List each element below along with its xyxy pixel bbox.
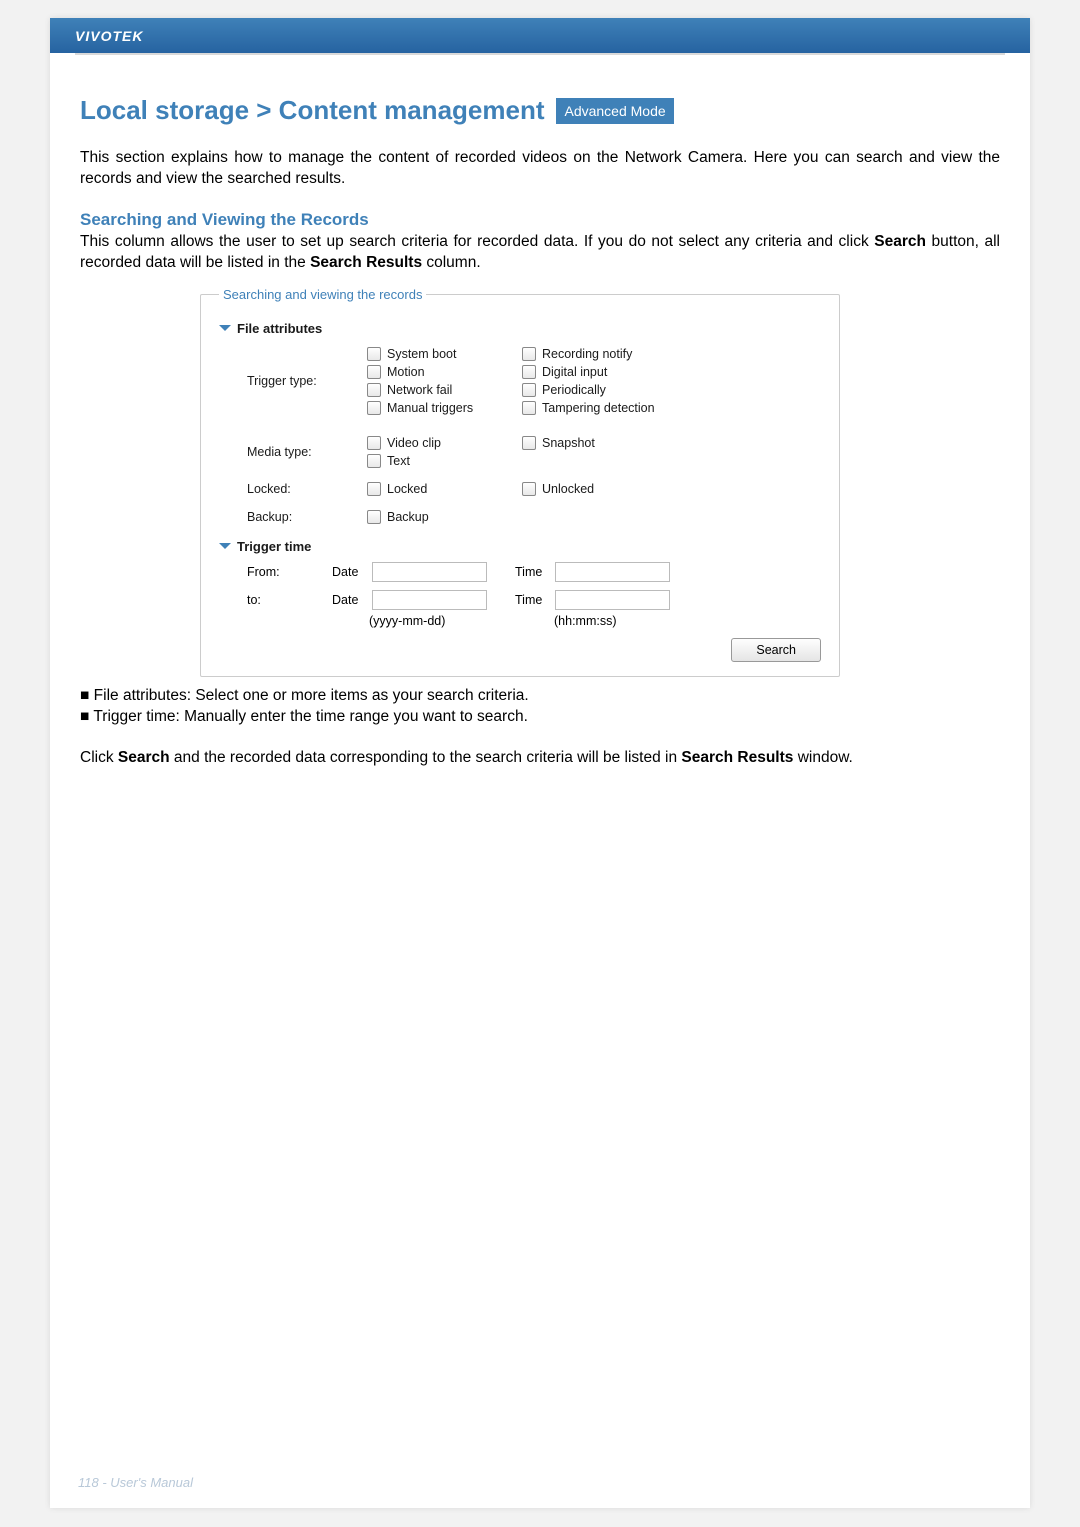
text: This column allows the user to set up se…	[80, 233, 874, 250]
checkbox-icon	[367, 365, 381, 379]
brand-label: VIVOTEK	[75, 28, 143, 44]
text: and the recorded data corresponding to t…	[170, 749, 682, 766]
checkbox-icon	[367, 401, 381, 415]
row-label: Media type:	[247, 445, 367, 459]
checkbox-icon	[367, 510, 381, 524]
section-paragraph: This column allows the user to set up se…	[80, 232, 1000, 274]
media-type-row: Media type: Video clip Snapshot Text	[219, 422, 821, 475]
locked-options: Locked Unlocked	[367, 480, 821, 498]
checkbox-video-clip[interactable]: Video clip	[367, 434, 522, 452]
checkbox-icon	[522, 347, 536, 361]
checkbox-icon	[367, 454, 381, 468]
document-page: VIVOTEK Local storage > Content manageme…	[50, 18, 1030, 1508]
from-time-input[interactable]	[555, 562, 670, 582]
bold-text: Search Results	[310, 254, 422, 271]
checkbox-icon	[367, 347, 381, 361]
media-options: Video clip Snapshot Text	[367, 434, 821, 470]
format-hint-row: (yyyy-mm-dd) (hh:mm:ss)	[219, 614, 821, 628]
text: window.	[793, 749, 852, 766]
bold-text: Search Results	[681, 749, 793, 766]
to-date-input[interactable]	[372, 590, 487, 610]
checkbox-periodically[interactable]: Periodically	[522, 381, 677, 399]
row-label: Locked:	[247, 482, 367, 496]
checkbox-recording-notify[interactable]: Recording notify	[522, 345, 677, 363]
file-attributes-header[interactable]: File attributes	[219, 313, 821, 340]
bold-text: Search	[874, 233, 926, 250]
bullet-file-attributes: ■ File attributes: Select one or more it…	[80, 685, 1000, 707]
checkbox-system-boot[interactable]: System boot	[367, 345, 522, 363]
chevron-down-icon	[219, 543, 231, 549]
intro-paragraph: This section explains how to manage the …	[80, 148, 1000, 190]
bullet-trigger-time: ■ Trigger time: Manually enter the time …	[80, 706, 1000, 728]
time-sub-label: Time	[515, 593, 555, 607]
checkbox-icon	[367, 383, 381, 397]
section-heading: Searching and Viewing the Records	[80, 210, 1000, 230]
checkbox-backup[interactable]: Backup	[367, 508, 522, 526]
from-label: From:	[247, 565, 332, 579]
date-sub-label: Date	[332, 593, 372, 607]
checkbox-icon	[367, 482, 381, 496]
text: Click	[80, 749, 118, 766]
section-label: Trigger time	[237, 539, 311, 554]
from-row: From: Date Time	[219, 558, 821, 586]
fieldset-legend: Searching and viewing the records	[219, 287, 426, 302]
chevron-down-icon	[219, 325, 231, 331]
row-label: Backup:	[247, 510, 367, 524]
checkbox-icon	[522, 365, 536, 379]
date-sub-label: Date	[332, 565, 372, 579]
page-footer: 118 - User's Manual	[78, 1475, 193, 1490]
trigger-type-row: Trigger type: System boot Recording noti…	[219, 340, 821, 422]
trigger-time-header[interactable]: Trigger time	[219, 531, 821, 558]
search-button[interactable]: Search	[731, 638, 821, 662]
checkbox-icon	[522, 401, 536, 415]
checkbox-network-fail[interactable]: Network fail	[367, 381, 522, 399]
from-date-input[interactable]	[372, 562, 487, 582]
checkbox-motion[interactable]: Motion	[367, 363, 522, 381]
date-format-hint: (yyyy-mm-dd)	[369, 614, 554, 628]
page-content: Local storage > Content management Advan…	[50, 55, 1030, 769]
time-format-hint: (hh:mm:ss)	[554, 614, 617, 628]
to-time-input[interactable]	[555, 590, 670, 610]
button-row: Search	[219, 628, 821, 662]
backup-row: Backup: Backup	[219, 503, 821, 531]
trigger-options: System boot Recording notify Motion Digi…	[367, 345, 821, 417]
checkbox-unlocked[interactable]: Unlocked	[522, 480, 677, 498]
checkbox-digital-input[interactable]: Digital input	[522, 363, 677, 381]
checkbox-tampering-detection[interactable]: Tampering detection	[522, 399, 722, 417]
text: column.	[422, 254, 481, 271]
checkbox-locked[interactable]: Locked	[367, 480, 522, 498]
checkbox-snapshot[interactable]: Snapshot	[522, 434, 677, 452]
locked-row: Locked: Locked Unlocked	[219, 475, 821, 503]
checkbox-icon	[522, 436, 536, 450]
search-panel-screenshot: Searching and viewing the records File a…	[200, 294, 840, 677]
checkbox-icon	[522, 482, 536, 496]
backup-options: Backup	[367, 508, 821, 526]
search-fieldset: Searching and viewing the records File a…	[200, 294, 840, 677]
checkbox-icon	[522, 383, 536, 397]
to-row: to: Date Time	[219, 586, 821, 614]
advanced-mode-badge: Advanced Mode	[556, 98, 673, 124]
bold-text: Search	[118, 749, 170, 766]
checkbox-text[interactable]: Text	[367, 452, 522, 470]
checkbox-icon	[367, 436, 381, 450]
time-sub-label: Time	[515, 565, 555, 579]
outro-paragraph: Click Search and the recorded data corre…	[80, 748, 1000, 769]
title-row: Local storage > Content management Advan…	[80, 95, 1000, 126]
section-label: File attributes	[237, 321, 322, 336]
bullet-list: ■ File attributes: Select one or more it…	[80, 685, 1000, 728]
page-title: Local storage > Content management	[80, 95, 544, 126]
row-label: Trigger type:	[247, 374, 367, 388]
checkbox-manual-triggers[interactable]: Manual triggers	[367, 399, 522, 417]
to-label: to:	[247, 593, 332, 607]
page-header: VIVOTEK	[50, 18, 1030, 53]
